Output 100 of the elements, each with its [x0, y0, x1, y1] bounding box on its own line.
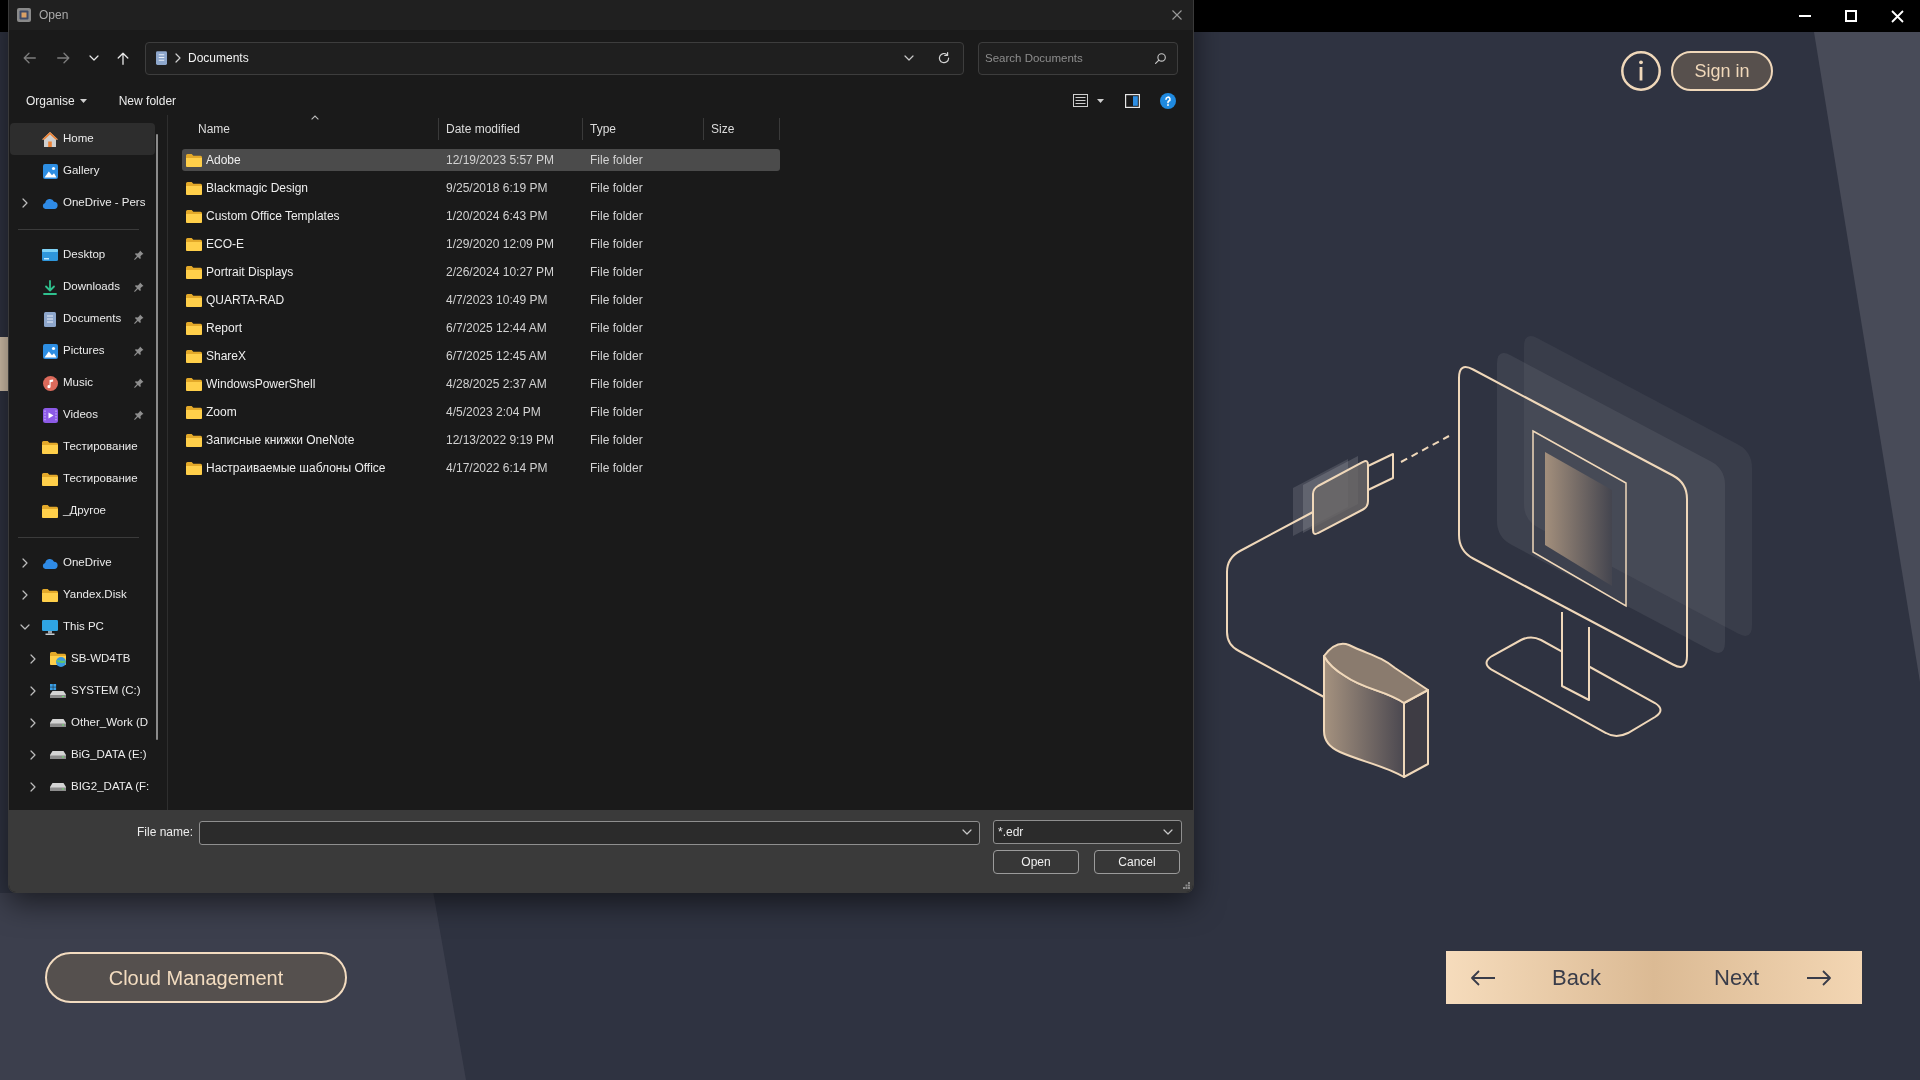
- refresh-icon: [938, 52, 950, 64]
- file-row[interactable]: ECO-E 1/29/2020 12:09 PM File folder: [182, 233, 780, 255]
- folder-icon: [186, 237, 202, 251]
- refresh-button[interactable]: [936, 50, 952, 66]
- file-row[interactable]: Adobe 12/19/2023 5:57 PM File folder: [182, 149, 780, 171]
- sidebar-item[interactable]: Other_Work (D: [10, 707, 155, 739]
- up-arrow-icon: [117, 51, 129, 65]
- file-name: WindowsPowerShell: [206, 376, 316, 393]
- command-button[interactable]: New folder: [112, 88, 183, 113]
- sidebar-item[interactable]: BIG2_DATA (F:: [10, 771, 155, 803]
- sidebar-item[interactable]: OneDrive - Pers: [10, 187, 155, 219]
- dropdown-chevron-icon: [1163, 829, 1173, 835]
- file-name: Report: [206, 320, 243, 337]
- sidebar-item[interactable]: Gallery: [10, 155, 155, 187]
- sidebar-item[interactable]: Downloads: [10, 271, 155, 303]
- expand-chevron-icon[interactable]: [30, 686, 36, 696]
- file-type: File folder: [590, 292, 643, 309]
- resize-grip-icon[interactable]: [1183, 882, 1190, 889]
- expand-chevron-icon[interactable]: [30, 782, 36, 792]
- breadcrumb-chevron-icon[interactable]: [175, 53, 181, 63]
- info-button[interactable]: [1621, 51, 1661, 91]
- file-name: Adobe: [206, 152, 241, 169]
- expand-chevron-icon[interactable]: [30, 654, 36, 664]
- pin-icon[interactable]: [134, 282, 144, 292]
- file-row[interactable]: Blackmagic Design 9/25/2018 6:19 PM File folder: [182, 177, 780, 199]
- modified-date: 12/19/2023 5:57 PM: [446, 152, 555, 169]
- back-button[interactable]: Back: [1446, 951, 1654, 1004]
- pin-icon[interactable]: [134, 346, 144, 356]
- column-header[interactable]: Date modified: [439, 118, 583, 140]
- side-tab-edge: [0, 337, 8, 391]
- document-icon: [44, 311, 56, 327]
- file-name: ECO-E: [206, 236, 244, 253]
- pin-icon[interactable]: [134, 410, 144, 420]
- file-type: File folder: [590, 404, 643, 421]
- sidebar-item[interactable]: This PC: [10, 611, 155, 643]
- file-name-label: File name:: [136, 824, 193, 841]
- pin-icon[interactable]: [134, 314, 144, 324]
- file-row[interactable]: Настраиваемые шаблоны Office 4/17/2022 6:14 PM File folder: [182, 457, 780, 479]
- sidebar-item[interactable]: OneDrive: [10, 547, 155, 579]
- folder-icon: [186, 321, 202, 335]
- collapse-chevron-icon[interactable]: [20, 624, 30, 630]
- file-row[interactable]: ShareX 6/7/2025 12:45 AM File folder: [182, 345, 780, 367]
- sidebar-item[interactable]: Тестирование: [10, 463, 155, 495]
- sidebar-item[interactable]: SYSTEM (C:): [10, 675, 155, 707]
- monitor-icon: [42, 619, 58, 635]
- dialog-button[interactable]: Cancel: [1094, 850, 1180, 874]
- folder-icon: [42, 588, 58, 602]
- file-type: File folder: [590, 264, 643, 281]
- sidebar-item[interactable]: _Другое: [10, 495, 155, 527]
- folder-icon: [42, 472, 58, 486]
- folder-icon: [186, 433, 202, 447]
- file-name: ShareX: [206, 348, 247, 365]
- pin-icon[interactable]: [134, 378, 144, 388]
- next-button[interactable]: Next: [1654, 951, 1862, 1004]
- file-type: File folder: [590, 432, 643, 449]
- file-row[interactable]: Custom Office Templates 1/20/2024 6:43 PM File folder: [182, 205, 780, 227]
- search-icon: [1155, 52, 1166, 64]
- sidebar-item[interactable]: Desktop: [10, 239, 155, 271]
- sidebar-item[interactable]: Yandex.Disk: [10, 579, 155, 611]
- video-icon: [42, 407, 58, 423]
- app-icon: [17, 8, 31, 22]
- file-row[interactable]: Report 6/7/2025 12:44 AM File folder: [182, 317, 780, 339]
- expand-chevron-icon[interactable]: [22, 558, 28, 568]
- sign-in-button[interactable]: Sign in: [1671, 51, 1773, 91]
- file-type-dropdown[interactable]: *.edr: [993, 820, 1182, 844]
- sidebar-item[interactable]: SB-WD4TB: [10, 643, 155, 675]
- column-header[interactable]: Name: [182, 118, 439, 140]
- modified-date: 2/26/2024 10:27 PM: [446, 264, 555, 281]
- sidebar-item[interactable]: Music: [10, 367, 155, 399]
- dropdown-chevron-icon[interactable]: [962, 829, 972, 835]
- sidebar-item[interactable]: Videos: [10, 399, 155, 431]
- search-field[interactable]: Search Documents: [978, 41, 1178, 75]
- expand-chevron-icon[interactable]: [30, 718, 36, 728]
- column-header[interactable]: Type: [583, 118, 704, 140]
- folder-icon: [186, 293, 202, 307]
- menu-button[interactable]: Organise: [20, 88, 93, 113]
- cloud-management-button[interactable]: Cloud Management: [45, 952, 347, 1003]
- file-row[interactable]: Zoom 4/5/2023 2:04 PM File folder: [182, 401, 780, 423]
- address-bar[interactable]: Documents: [145, 41, 964, 75]
- file-row[interactable]: WindowsPowerShell 4/28/2025 2:37 AM File folder: [182, 373, 780, 395]
- sidebar-item[interactable]: Documents: [10, 303, 155, 335]
- sidebar-item[interactable]: BiG_DATA (E:): [10, 739, 155, 771]
- scrollbar-thumb[interactable]: [156, 134, 158, 740]
- dialog-button[interactable]: Open: [993, 850, 1079, 874]
- expand-chevron-icon[interactable]: [30, 750, 36, 760]
- sidebar-item[interactable]: Тестирование: [10, 431, 155, 463]
- file-row[interactable]: Portrait Displays 2/26/2024 10:27 PM File folder: [182, 261, 780, 283]
- caret-icon: [79, 98, 87, 103]
- expand-chevron-icon[interactable]: [22, 590, 28, 600]
- file-row[interactable]: Записные книжки OneNote 12/13/2022 9:19 PM File folder: [182, 429, 780, 451]
- file-name-field[interactable]: [199, 821, 980, 845]
- pin-icon[interactable]: [134, 250, 144, 260]
- breadcrumb-item[interactable]: Documents: [188, 49, 249, 67]
- file-row[interactable]: QUARTA-RAD 4/7/2023 10:49 PM File folder: [182, 289, 780, 311]
- expand-chevron-icon[interactable]: [22, 198, 28, 208]
- sidebar-item[interactable]: Pictures: [10, 335, 155, 367]
- file-type: File folder: [590, 152, 643, 169]
- sidebar-item[interactable]: Home: [10, 123, 155, 155]
- column-header[interactable]: Size: [704, 118, 780, 140]
- right-arrow-icon: [1806, 969, 1832, 986]
